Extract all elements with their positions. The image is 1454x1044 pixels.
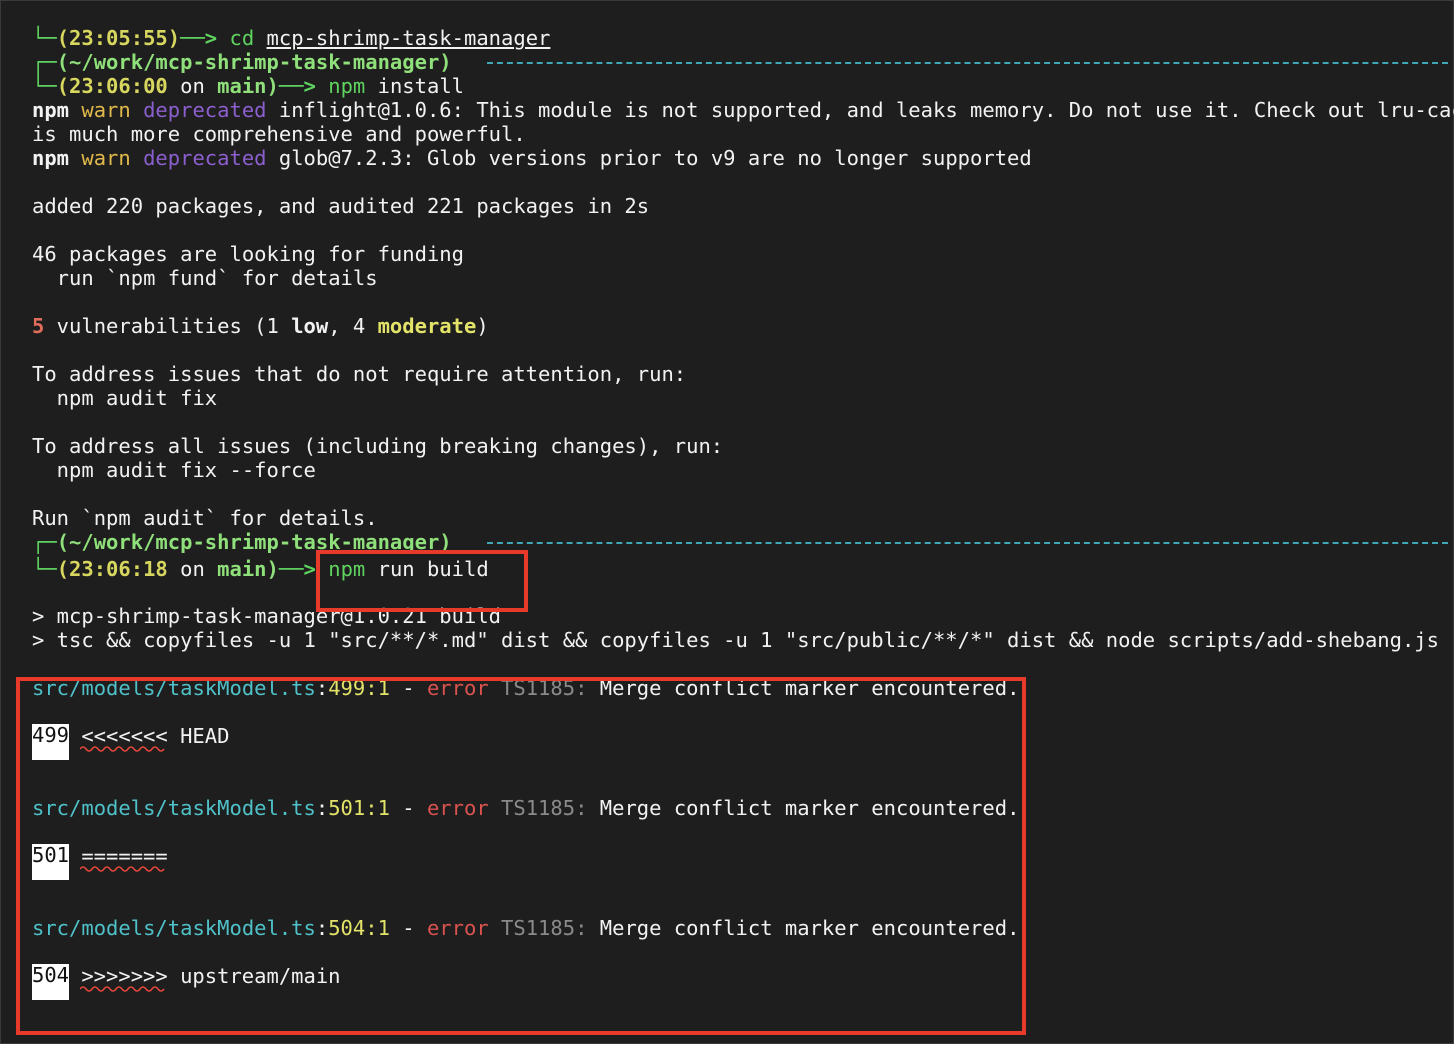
output-line: npm audit fix (32, 386, 218, 410)
prompt-line: └─(23:06:18 on main)──> npm run build (32, 557, 489, 581)
output-line: > tsc && copyfiles -u 1 "src/**/*.md" di… (32, 628, 1439, 652)
npm-warn-line: npm warn deprecated glob@7.2.3: Glob ver… (32, 146, 1032, 170)
output-line: > mcp-shrimp-task-manager@1.0.21 build (32, 604, 501, 628)
prompt-line: └─(23:06:00 on main)──> npm install (32, 74, 465, 98)
cd-target: mcp-shrimp-task-manager (266, 26, 551, 50)
output-line: To address all issues (including breakin… (32, 434, 724, 458)
prompt-divider (487, 62, 1448, 64)
output-line: To address issues that do not require at… (32, 362, 687, 386)
output-line: is much more comprehensive and powerful. (32, 122, 526, 146)
prompt-path-line: ┌─(~/work/mcp-shrimp-task-manager) (32, 530, 1448, 554)
output-line: Run `npm audit` for details. (32, 506, 378, 530)
prompt-divider (487, 542, 1448, 544)
output-line: npm audit fix --force (32, 458, 316, 482)
highlight-box-build-command (316, 550, 528, 612)
output-line: added 220 packages, and audited 221 pack… (32, 194, 650, 218)
highlight-box-errors (16, 677, 1026, 1035)
npm-warn-line: npm warn deprecated inflight@1.0.6: This… (32, 98, 1454, 122)
prompt-path-line: ┌─(~/work/mcp-shrimp-task-manager) (32, 50, 1448, 74)
output-line: 46 packages are looking for funding (32, 242, 464, 266)
prompt-line: └─(23:05:55)──> cd mcp-shrimp-task-manag… (32, 26, 551, 50)
output-line: run `npm fund` for details (32, 266, 378, 290)
vulnerabilities-line: 5 vulnerabilities (1 low, 4 moderate) (32, 314, 489, 338)
